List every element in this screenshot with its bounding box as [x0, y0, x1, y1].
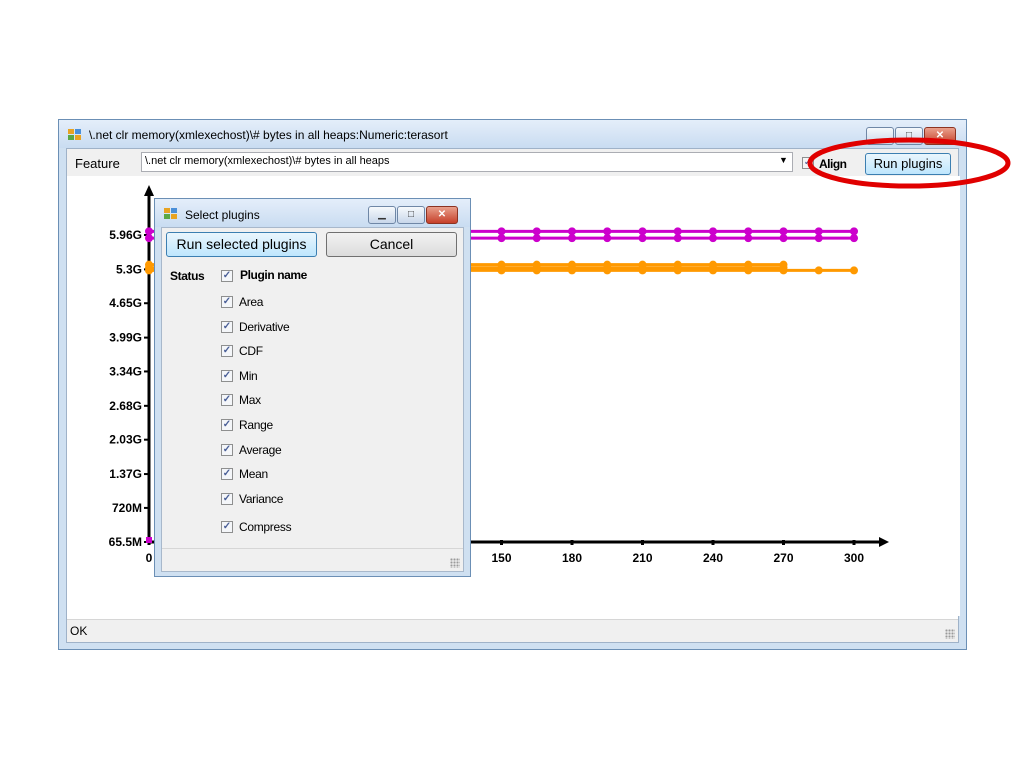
dialog-status-bar — [162, 548, 463, 571]
plugin-checkbox[interactable]: ✓ — [221, 521, 233, 533]
cancel-button[interactable]: Cancel — [326, 232, 457, 257]
plugin-name-label: Area — [239, 295, 264, 309]
feature-label: Feature — [75, 156, 120, 171]
main-title-bar[interactable]: \.net clr memory(xmlexechost)\# bytes in… — [59, 120, 966, 148]
maximize-button[interactable]: □ — [895, 127, 923, 145]
y-tick-label: 4.65G — [109, 296, 142, 310]
series-5-point — [814, 266, 823, 275]
dropdown-arrow-icon[interactable]: ▼ — [779, 155, 788, 165]
series-2-point — [638, 234, 647, 243]
dialog-maximize-button[interactable]: □ — [397, 206, 425, 224]
x-tick-label: 180 — [562, 551, 582, 565]
series-2-point — [497, 234, 506, 243]
window-title: \.net clr memory(xmlexechost)\# bytes in… — [89, 128, 448, 142]
status-column-header: Status — [170, 269, 205, 283]
run-plugins-button[interactable]: Run plugins — [865, 153, 951, 175]
align-label: Align — [819, 157, 847, 171]
plugin-name-label: Mean — [239, 467, 268, 481]
series-2-point — [568, 234, 576, 243]
y-tick-label: 720M — [112, 501, 142, 515]
x-tick-label: 270 — [773, 551, 793, 565]
y-tick-label: 2.68G — [109, 399, 142, 413]
series-2-point — [145, 234, 153, 243]
resize-grip-icon[interactable] — [945, 629, 955, 639]
series-5-point — [568, 266, 576, 275]
status-bar: OK — [67, 619, 958, 642]
align-checkbox[interactable]: ✓ — [802, 157, 814, 169]
y-tick-label: 3.34G — [109, 364, 142, 378]
y-tick-label: 65.5M — [109, 535, 142, 549]
close-button[interactable]: ✕ — [924, 127, 956, 145]
x-tick-label: 150 — [491, 551, 511, 565]
y-tick-label: 3.99G — [109, 331, 142, 345]
dialog-title-bar[interactable]: Select plugins ▁ □ ✕ — [155, 199, 470, 227]
series-2-point — [814, 234, 823, 243]
plugin-checkbox[interactable]: ✓ — [221, 468, 233, 480]
plugin-name-label: Compress — [239, 520, 292, 534]
dialog-app-icon — [164, 208, 178, 220]
plugin-checkbox[interactable]: ✓ — [221, 345, 233, 357]
x-tick-label: 0 — [146, 551, 153, 565]
series-5-point — [638, 266, 647, 275]
app-icon — [68, 129, 82, 141]
feature-toolbar: Feature \.net clr memory(xmlexechost)\# … — [67, 149, 958, 176]
dialog-resize-grip-icon[interactable] — [450, 558, 460, 568]
series-2-point — [709, 234, 717, 243]
series-5-point — [532, 266, 541, 275]
plugin-name-column-header: Plugin name — [240, 268, 307, 282]
series-5-point — [744, 266, 753, 275]
series-2-point — [532, 234, 541, 243]
dialog-close-button[interactable]: ✕ — [426, 206, 458, 224]
plugin-name-label: Variance — [239, 492, 284, 506]
series-5-point — [145, 266, 153, 275]
plugin-checkbox[interactable]: ✓ — [221, 444, 233, 456]
plugin-name-label: Range — [239, 418, 273, 432]
series-2-point — [779, 234, 788, 243]
origin-marker — [146, 537, 152, 543]
plugin-name-label: Min — [239, 369, 258, 383]
minimize-button[interactable]: ▁ — [866, 127, 894, 145]
plugin-checkbox[interactable]: ✓ — [221, 493, 233, 505]
y-tick-label: 1.37G — [109, 467, 142, 481]
dialog-minimize-button[interactable]: ▁ — [368, 206, 396, 224]
series-5-point — [603, 266, 612, 275]
series-2-point — [603, 234, 612, 243]
plugin-checkbox[interactable]: ✓ — [221, 321, 233, 333]
dialog-title: Select plugins — [185, 208, 260, 222]
dialog-client-area: Run selected plugins Cancel Status ✓ Plu… — [161, 227, 464, 572]
x-axis-arrow — [879, 537, 889, 547]
status-text: OK — [70, 624, 88, 638]
x-tick-label: 300 — [844, 551, 864, 565]
feature-dropdown[interactable]: \.net clr memory(xmlexechost)\# bytes in… — [141, 152, 793, 172]
series-5-point — [779, 266, 788, 275]
x-tick-label: 240 — [703, 551, 723, 565]
plugin-checkbox[interactable]: ✓ — [221, 419, 233, 431]
plugin-checkbox[interactable]: ✓ — [221, 370, 233, 382]
series-5-point — [850, 266, 858, 275]
plugin-checkbox[interactable]: ✓ — [221, 296, 233, 308]
select-all-checkbox[interactable]: ✓ — [221, 270, 233, 282]
select-plugins-dialog: Select plugins ▁ □ ✕ Run selected plugin… — [154, 198, 471, 577]
plugin-name-label: CDF — [239, 344, 263, 358]
series-2-point — [673, 234, 682, 243]
run-selected-plugins-button[interactable]: Run selected plugins — [166, 232, 317, 257]
y-axis-arrow — [144, 185, 154, 196]
y-tick-label: 5.96G — [109, 228, 142, 242]
plugin-name-label: Derivative — [239, 320, 290, 334]
plugin-checkbox[interactable]: ✓ — [221, 394, 233, 406]
series-5-point — [497, 266, 506, 275]
series-2-point — [850, 234, 858, 243]
series-2-point — [744, 234, 753, 243]
y-tick-label: 5.3G — [116, 262, 142, 276]
series-5-point — [673, 266, 682, 275]
plugin-name-label: Average — [239, 443, 282, 457]
x-tick-label: 210 — [632, 551, 652, 565]
y-tick-label: 2.03G — [109, 433, 142, 447]
series-5-point — [709, 266, 717, 275]
plugin-name-label: Max — [239, 393, 261, 407]
